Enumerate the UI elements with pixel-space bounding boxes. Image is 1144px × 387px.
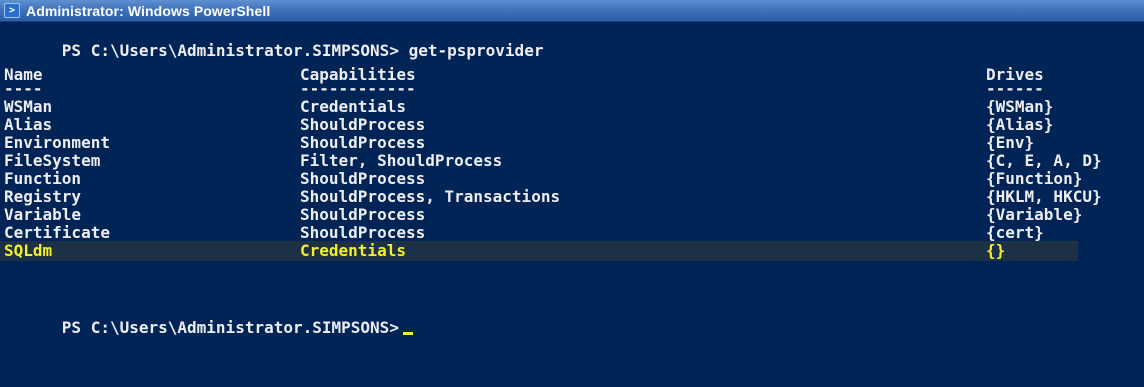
text-cursor	[402, 332, 413, 335]
table-row: WSMan Credentials {WSMan}	[4, 98, 1144, 116]
table-row: Alias ShouldProcess {Alias}	[4, 116, 1144, 134]
table-row: Registry ShouldProcess, Transactions {HK…	[4, 188, 1144, 206]
row-name: FileSystem	[4, 151, 101, 170]
row-drives: {cert}	[986, 223, 1044, 242]
title-bar[interactable]: > Administrator: Windows PowerShell	[0, 0, 1144, 22]
row-name: Certificate	[4, 223, 110, 242]
row-capabilities: ShouldProcess	[300, 169, 426, 188]
row-drives: {HKLM, HKCU}	[986, 187, 1102, 206]
row-capabilities: ShouldProcess	[300, 205, 426, 224]
row-capabilities: ShouldProcess	[300, 133, 426, 152]
underline-drives: ------	[986, 79, 1044, 98]
row-drives: {Function}	[986, 169, 1083, 188]
command-line: PS C:\Users\Administrator.SIMPSONS> get-…	[4, 24, 544, 60]
command-text: get-psprovider	[408, 41, 544, 60]
row-name: Variable	[4, 205, 82, 224]
final-prompt: PS C:\Users\Administrator.SIMPSONS>	[61, 318, 399, 337]
row-drives: {Variable}	[986, 205, 1083, 224]
underline-capabilities: ------------	[300, 79, 416, 98]
row-name: Function	[4, 169, 82, 188]
row-capabilities: ShouldProcess, Transactions	[300, 187, 561, 206]
table-row: Variable ShouldProcess {Variable}	[4, 206, 1144, 224]
powershell-icon[interactable]: >	[4, 3, 20, 18]
final-prompt-line[interactable]: PS C:\Users\Administrator.SIMPSONS>	[4, 301, 413, 337]
table-row: FileSystem Filter, ShouldProcess {C, E, …	[4, 152, 1144, 170]
row-drives: {C, E, A, D}	[986, 151, 1102, 170]
row-name: Registry	[4, 187, 82, 206]
table-row: Function ShouldProcess {Function}	[4, 170, 1144, 188]
powershell-window: > Administrator: Windows PowerShell PS C…	[0, 0, 1144, 387]
row-name: Alias	[4, 115, 53, 134]
underline-name: ----	[4, 79, 43, 98]
row-capabilities: Credentials	[300, 97, 406, 116]
prompt: PS C:\Users\Administrator.SIMPSONS>	[61, 41, 399, 60]
row-capabilities: Credentials	[300, 241, 406, 260]
table-row: Certificate ShouldProcess {cert}	[4, 224, 1144, 242]
table-header-underline: ---- ------------ ------	[4, 80, 1144, 98]
table-row: Environment ShouldProcess {Env}	[4, 134, 1144, 152]
row-drives: {WSMan}	[986, 97, 1054, 116]
row-name: SQLdm	[4, 241, 53, 260]
row-name: Environment	[4, 133, 110, 152]
console-output[interactable]: PS C:\Users\Administrator.SIMPSONS> get-…	[0, 22, 1144, 387]
row-drives: {}	[986, 241, 1006, 260]
row-capabilities: ShouldProcess	[300, 223, 426, 242]
row-capabilities: Filter, ShouldProcess	[300, 151, 503, 170]
window-title: Administrator: Windows PowerShell	[26, 3, 271, 19]
row-drives: {Alias}	[986, 115, 1054, 134]
table-row-highlighted: SQLdm Credentials {}	[4, 242, 1144, 260]
row-drives: {Env}	[986, 133, 1035, 152]
row-capabilities: ShouldProcess	[300, 115, 426, 134]
row-name: WSMan	[4, 97, 53, 116]
